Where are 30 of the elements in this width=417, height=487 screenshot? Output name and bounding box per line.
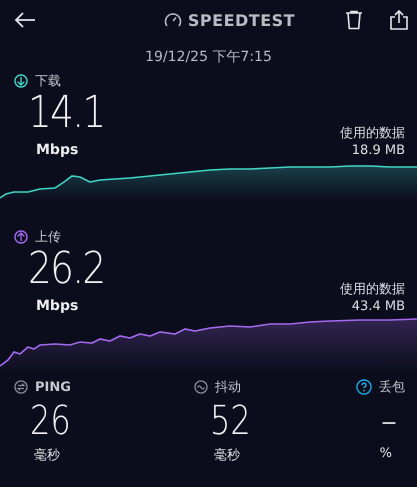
speed-label: 下载 <box>35 73 61 90</box>
gauge-icon <box>164 12 182 28</box>
test-date: 19/12/25 下午7:15 <box>144 48 273 67</box>
stat-label: 抖动 <box>215 379 241 396</box>
stat-unit: 毫秒 <box>213 447 240 464</box>
speed-unit: Mbps <box>36 142 78 158</box>
speed-unit: Mbps <box>36 298 78 314</box>
help-icon[interactable] <box>356 379 372 395</box>
wave-icon <box>194 380 208 394</box>
ping-arrows-icon <box>14 380 28 394</box>
stat-label: 丢包 <box>379 379 405 396</box>
data-used-value: 43.4 MB <box>352 299 405 314</box>
stat-unit: 毫秒 <box>33 447 60 464</box>
share-button[interactable] <box>388 10 409 30</box>
stat-value: – <box>381 397 398 446</box>
stat-value: 26 <box>29 397 71 446</box>
app-title: SPEEDTEST <box>188 10 296 30</box>
data-used-label: 使用的数据 <box>340 125 405 142</box>
speed-label: 上传 <box>35 229 61 246</box>
back-button[interactable] <box>14 11 36 29</box>
stat-label: PING <box>35 380 71 394</box>
data-used-label: 使用的数据 <box>340 281 405 298</box>
data-used-value: 18.9 MB <box>352 143 405 158</box>
speed-value: 14.1 <box>27 90 105 136</box>
stat-unit: % <box>380 446 393 461</box>
trash-button[interactable] <box>344 10 363 30</box>
upload-arrow-icon <box>14 230 28 244</box>
download-arrow-icon <box>14 74 28 88</box>
speed-value: 26.2 <box>27 246 105 292</box>
stat-value: 52 <box>209 397 251 446</box>
